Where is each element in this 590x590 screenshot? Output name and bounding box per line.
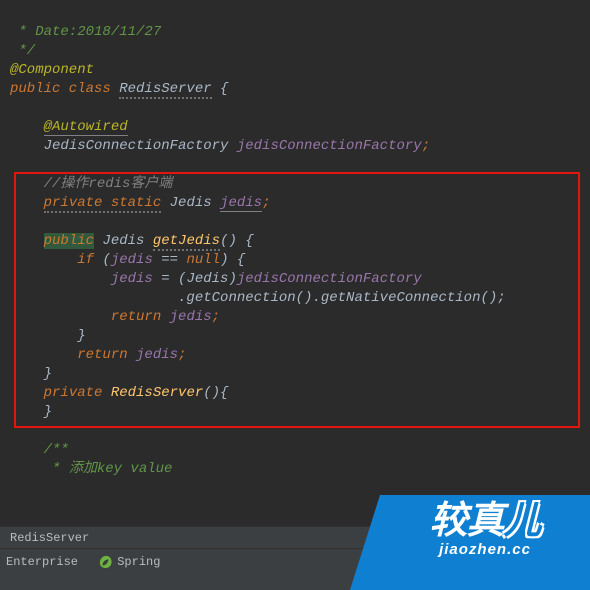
code-area[interactable]: * Date:2018/11/27 */ @Component public c… — [0, 0, 590, 479]
status-enterprise[interactable]: Enterprise — [6, 555, 78, 569]
status-spring[interactable]: Spring — [99, 555, 160, 569]
code-line: private static Jedis jedis; — [10, 195, 270, 213]
annotation: @Component — [10, 62, 94, 78]
code-line: } — [10, 328, 86, 344]
comment-text: * Date:2018/11/27 — [10, 24, 161, 40]
comment-text: */ — [10, 43, 35, 59]
watermark-logo: 较真儿 jiaozhen.cc — [380, 495, 590, 590]
spring-icon — [99, 555, 113, 569]
code-line: public Jedis getJedis() { — [10, 233, 254, 251]
code-line: JedisConnectionFactory jedisConnectionFa… — [10, 138, 430, 154]
code-editor[interactable]: * Date:2018/11/27 */ @Component public c… — [0, 0, 590, 590]
code-line: } — [10, 404, 52, 420]
code-line: /** — [10, 442, 69, 458]
code-line: return jedis; — [10, 347, 186, 363]
code-line: private RedisServer(){ — [10, 385, 228, 401]
code-line: public class RedisServer { — [10, 81, 228, 99]
code-line: } — [10, 366, 52, 382]
code-line: if (jedis == null) { — [10, 252, 245, 268]
code-line: @Autowired — [10, 119, 128, 136]
code-line: * 添加key value — [10, 461, 172, 477]
breadcrumb-item[interactable]: RedisServer — [10, 531, 89, 545]
code-line: //操作redis客户端 — [10, 176, 172, 192]
code-line: .getConnection().getNativeConnection(); — [10, 290, 506, 306]
code-line: jedis = (Jedis)jedisConnectionFactory — [10, 271, 422, 287]
code-line: return jedis; — [10, 309, 220, 325]
